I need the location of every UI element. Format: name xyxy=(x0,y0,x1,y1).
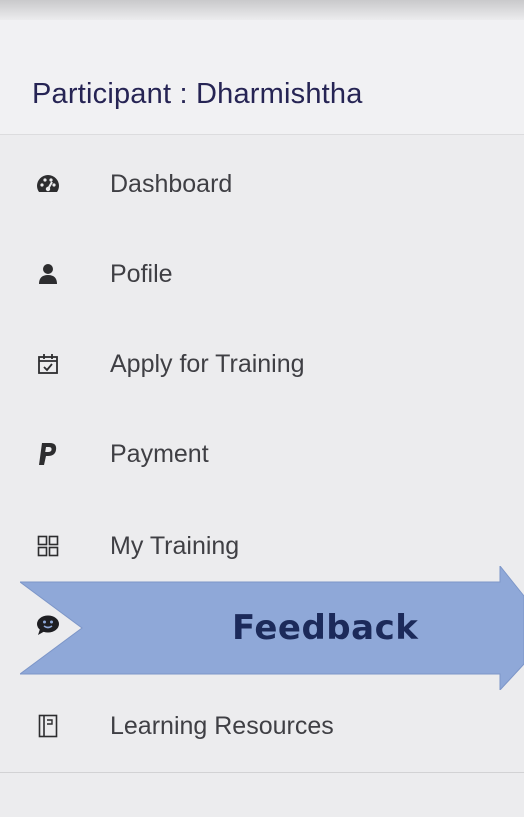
menu-divider xyxy=(0,772,524,773)
grid-icon xyxy=(36,534,60,558)
dashboard-icon xyxy=(36,172,60,196)
feedback-highlight-label: Feedback xyxy=(232,608,419,648)
sidebar-item-label: Learning Resources xyxy=(110,711,334,740)
feedback-highlight-arrow: Feedback xyxy=(20,566,524,690)
sidebar-item-label: Dashboard xyxy=(110,169,233,198)
paypal-icon xyxy=(36,442,60,466)
sidebar-header: Participant : Dharmishtha xyxy=(0,20,524,135)
sidebar-item-payment[interactable]: Payment xyxy=(0,424,524,484)
book-icon xyxy=(36,714,60,738)
sidebar-item-learning-resources[interactable]: Learning Resources xyxy=(0,696,524,756)
sidebar-item-label: My Training xyxy=(110,531,240,560)
sidebar-item-label: Payment xyxy=(110,439,209,468)
sidebar-item-apply-for-training[interactable]: Apply for Training xyxy=(0,334,524,394)
sidebar-item-label: Pofile xyxy=(110,259,173,288)
top-shadow xyxy=(0,0,524,20)
calendar-check-icon xyxy=(36,352,60,376)
sidebar-item-profile[interactable]: Pofile xyxy=(0,244,524,304)
user-icon xyxy=(36,262,60,286)
page-title: Participant : Dharmishtha xyxy=(32,78,363,110)
sidebar-item-dashboard[interactable]: Dashboard xyxy=(0,154,524,214)
chat-smile-icon xyxy=(36,614,60,641)
sidebar-item-label: Apply for Training xyxy=(110,349,305,378)
